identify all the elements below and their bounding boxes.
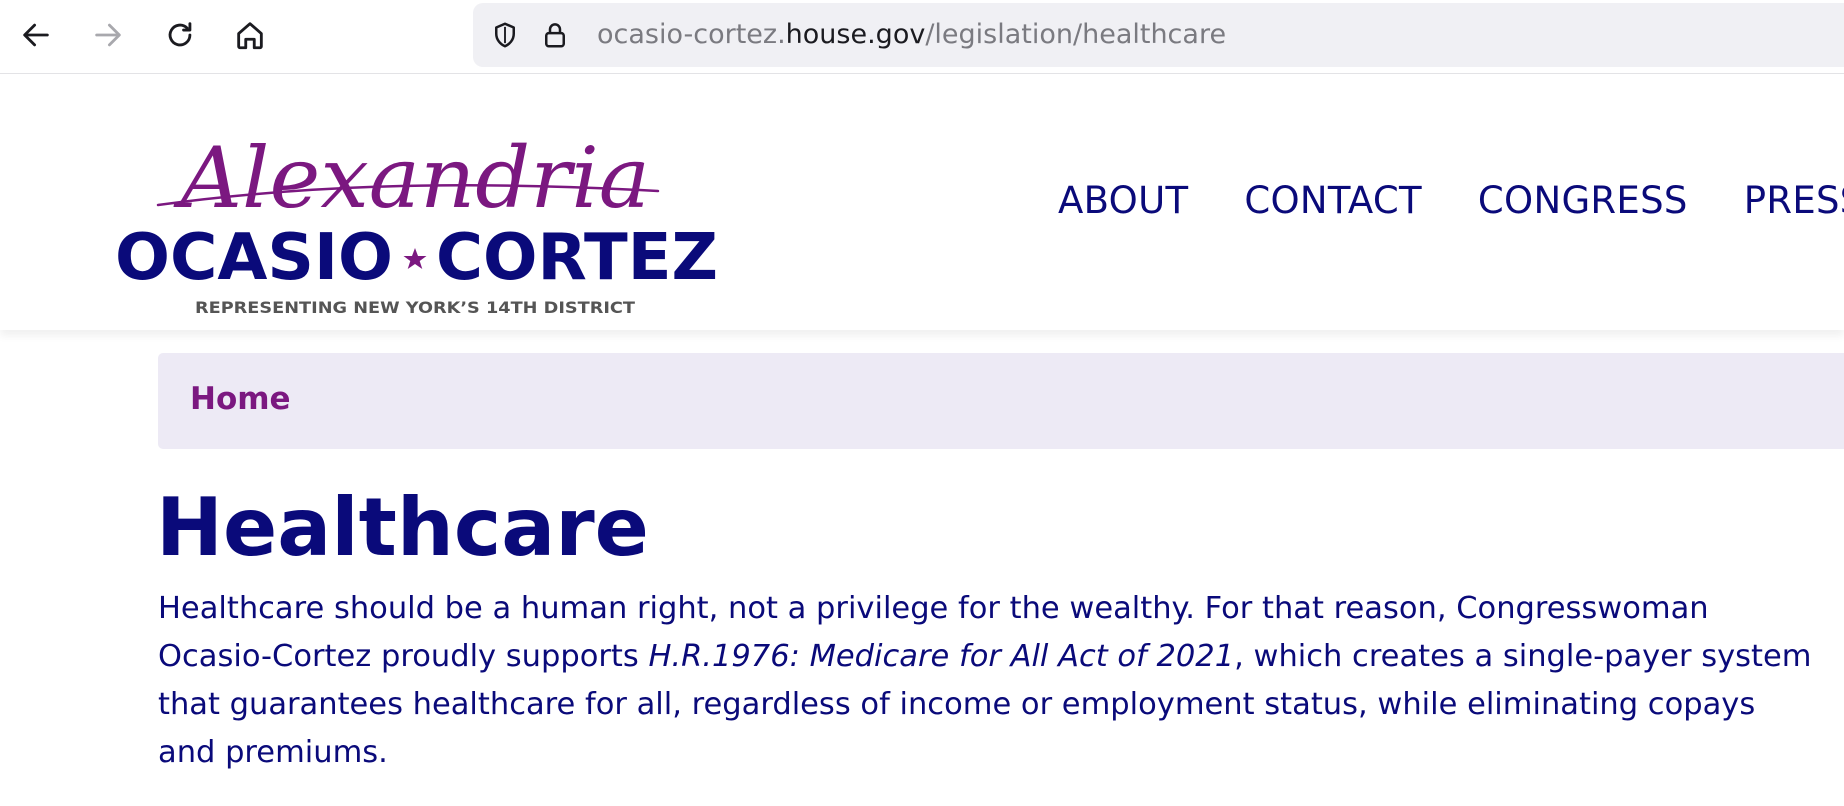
breadcrumb-home-link[interactable]: Home — [190, 379, 291, 419]
forward-arrow-icon — [95, 23, 121, 47]
nav-about[interactable]: ABOUT — [1058, 179, 1188, 223]
browser-toolbar: ocasio-cortez.house.gov/legislation/heal… — [0, 0, 1844, 74]
url-domain: house.gov — [785, 19, 926, 50]
lock-icon[interactable] — [539, 19, 571, 51]
home-icon — [237, 22, 263, 50]
intro-paragraph: Healthcare should be a human right, not … — [158, 585, 1818, 777]
url-prefix: ocasio-cortez. — [597, 19, 786, 50]
shield-icon[interactable] — [489, 19, 521, 51]
site-logo[interactable]: Alexandria OCASIO CORTEZ REPRESENTING NE… — [110, 95, 720, 320]
logo-star-icon — [403, 248, 427, 269]
bill-name: H.R.1976: Medicare for All Act of 2021 — [648, 639, 1235, 674]
back-button[interactable] — [14, 13, 58, 57]
nav-congress[interactable]: CONGRESS — [1478, 179, 1688, 223]
breadcrumb: Home — [158, 353, 1844, 449]
nav-contact[interactable]: CONTACT — [1244, 179, 1422, 223]
reload-button[interactable] — [158, 13, 202, 57]
logo-tagline: REPRESENTING NEW YORK’S 14TH DISTRICT — [195, 298, 635, 317]
home-button[interactable] — [228, 13, 272, 57]
nav-press[interactable]: PRESS — [1744, 179, 1844, 223]
back-arrow-icon — [23, 23, 49, 47]
site-header: Alexandria OCASIO CORTEZ REPRESENTING NE… — [0, 75, 1844, 330]
logo-script-name: Alexandria — [173, 129, 650, 227]
forward-button[interactable] — [86, 13, 130, 57]
address-bar[interactable]: ocasio-cortez.house.gov/legislation/heal… — [473, 3, 1844, 67]
reload-icon — [168, 22, 192, 47]
url-text[interactable]: ocasio-cortez.house.gov/legislation/heal… — [597, 19, 1226, 51]
main-nav: ABOUT CONTACT CONGRESS PRESS — [1058, 179, 1844, 223]
logo-name-left: OCASIO — [115, 221, 393, 295]
page-title: Healthcare — [156, 481, 649, 574]
logo-name-right: CORTEZ — [436, 221, 718, 295]
url-path: /legislation/healthcare — [925, 19, 1227, 50]
